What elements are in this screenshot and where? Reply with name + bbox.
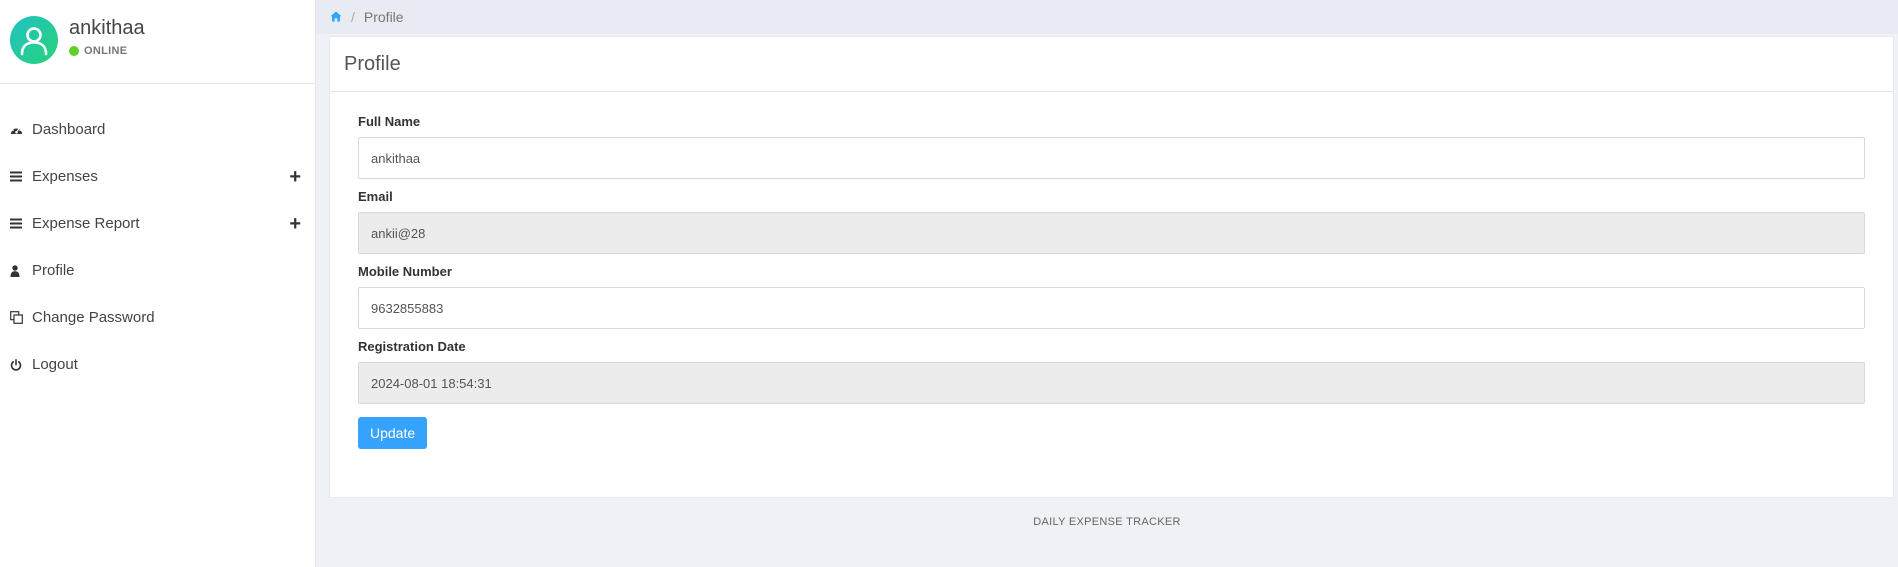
list-icon bbox=[10, 218, 28, 229]
avatar[interactable] bbox=[10, 16, 58, 64]
full-name-field[interactable] bbox=[358, 137, 1865, 179]
update-button[interactable]: Update bbox=[358, 417, 428, 449]
footer-text: DAILY EXPENSE TRACKER bbox=[1033, 516, 1181, 528]
sidebar-item-expense-report[interactable]: Expense Report + bbox=[0, 200, 315, 247]
sidebar: ankithaa ONLINE Dashboard Expenses + Exp… bbox=[0, 0, 316, 567]
full-name-group: Full Name bbox=[358, 114, 1865, 179]
list-icon bbox=[10, 171, 28, 182]
sidebar-menu: Dashboard Expenses + Expense Report + Pr… bbox=[0, 84, 315, 388]
breadcrumb-current: Profile bbox=[363, 9, 404, 25]
email-label: Email bbox=[358, 189, 393, 204]
mobile-number-label: Mobile Number bbox=[358, 264, 452, 279]
breadcrumb: / Profile bbox=[316, 0, 1898, 34]
mobile-group: Mobile Number bbox=[358, 264, 1865, 329]
app-root: ankithaa ONLINE Dashboard Expenses + Exp… bbox=[0, 0, 1898, 567]
online-status-dot bbox=[69, 46, 79, 56]
email-field[interactable] bbox=[358, 212, 1865, 254]
sidebar-item-dashboard[interactable]: Dashboard bbox=[0, 106, 315, 153]
sidebar-item-logout[interactable]: Logout bbox=[0, 341, 315, 388]
profile-card: Profile Full Name Email Mobile Number Re… bbox=[329, 36, 1894, 498]
profile-form: Full Name Email Mobile Number Registrati… bbox=[330, 92, 1893, 449]
copy-icon bbox=[10, 311, 28, 324]
plus-icon[interactable]: + bbox=[289, 214, 301, 234]
sidebar-item-label: Change Password bbox=[32, 309, 155, 326]
user-avatar-icon bbox=[20, 27, 48, 56]
user-panel: ankithaa ONLINE bbox=[0, 0, 315, 84]
registration-date-field[interactable] bbox=[358, 362, 1865, 404]
full-name-label: Full Name bbox=[358, 114, 421, 129]
sidebar-item-change-password[interactable]: Change Password bbox=[0, 294, 315, 341]
user-name: ankithaa bbox=[69, 17, 145, 39]
plus-icon[interactable]: + bbox=[289, 167, 301, 187]
sidebar-item-label: Logout bbox=[32, 356, 78, 373]
power-icon bbox=[10, 358, 28, 371]
user-status-label: ONLINE bbox=[84, 45, 128, 57]
registration-date-group: Registration Date bbox=[358, 339, 1865, 404]
home-icon[interactable] bbox=[330, 9, 342, 25]
registration-date-label: Registration Date bbox=[358, 339, 466, 354]
sidebar-item-profile[interactable]: Profile bbox=[0, 247, 315, 294]
user-status: ONLINE bbox=[69, 45, 127, 57]
dashboard-icon bbox=[10, 124, 28, 136]
card-title: Profile bbox=[330, 37, 1893, 92]
main-content: / Profile Profile Full Name Email Mobile… bbox=[316, 0, 1898, 567]
breadcrumb-separator: / bbox=[351, 9, 355, 25]
sidebar-item-expenses[interactable]: Expenses + bbox=[0, 153, 315, 200]
sidebar-item-label: Profile bbox=[32, 262, 75, 279]
sidebar-item-label: Dashboard bbox=[32, 121, 106, 138]
email-group: Email bbox=[358, 189, 1865, 254]
mobile-number-field[interactable] bbox=[358, 287, 1865, 329]
sidebar-item-label: Expenses bbox=[32, 168, 98, 185]
sidebar-item-label: Expense Report bbox=[32, 215, 140, 232]
user-icon bbox=[10, 264, 28, 277]
